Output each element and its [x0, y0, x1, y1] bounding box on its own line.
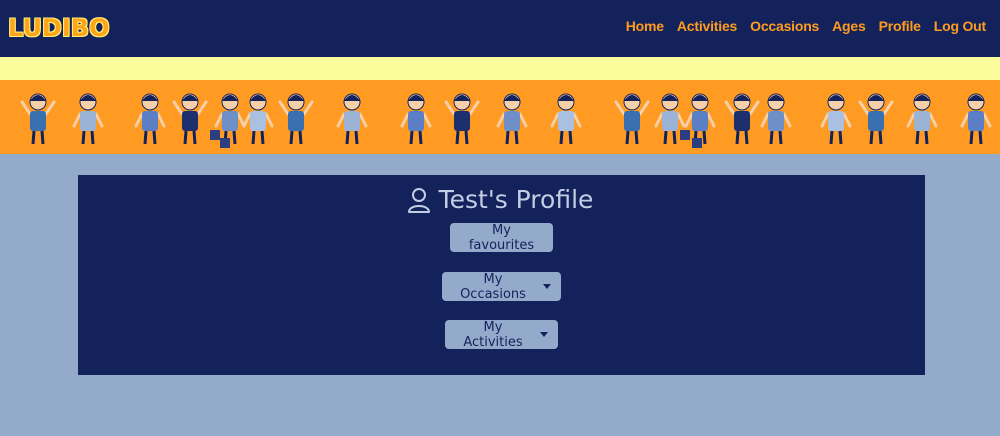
kid-figure: [496, 93, 528, 145]
profile-heading: Test's Profile: [0, 185, 1000, 214]
my-favourites-label: My favourites: [468, 222, 535, 253]
kid-figure: [72, 93, 104, 145]
my-activities-dropdown[interactable]: My Activities: [445, 319, 558, 350]
nav-link-profile[interactable]: Profile: [879, 18, 921, 34]
user-icon: [407, 187, 431, 213]
nav-link-activities[interactable]: Activities: [677, 18, 737, 34]
nav-links: Home Activities Occasions Ages Profile L…: [626, 18, 986, 34]
kid-figure: [444, 93, 480, 145]
nav-link-log-out[interactable]: Log Out: [934, 18, 986, 34]
toy-block: [210, 130, 220, 140]
kid-figure: [550, 93, 582, 145]
navbar: LUDIBO Home Activities Occasions Ages Pr…: [0, 0, 1000, 57]
kid-figure: [336, 93, 368, 145]
site-logo[interactable]: LUDIBO: [8, 14, 109, 42]
kid-figure: [724, 93, 760, 145]
toy-block: [680, 130, 690, 140]
kid-figure: [134, 93, 166, 145]
nav-link-ages[interactable]: Ages: [832, 18, 866, 34]
kid-figure: [820, 93, 852, 145]
kid-figure: [654, 93, 686, 145]
kid-figure: [684, 93, 716, 145]
yellow-strip: [0, 57, 1000, 80]
nav-link-occasions[interactable]: Occasions: [750, 18, 819, 34]
kid-figure: [242, 93, 274, 145]
kid-figure: [214, 93, 246, 145]
caret-down-icon: [540, 332, 548, 337]
my-occasions-dropdown[interactable]: My Occasions: [442, 271, 561, 302]
kid-figure: [400, 93, 432, 145]
toy-block: [220, 138, 230, 148]
kid-figure: [960, 93, 992, 145]
kids-banner-illustration: [0, 80, 1000, 154]
kid-figure: [906, 93, 938, 145]
kid-figure: [20, 93, 56, 145]
caret-down-icon: [543, 284, 551, 289]
nav-link-home[interactable]: Home: [626, 18, 664, 34]
toy-block: [692, 138, 702, 148]
my-favourites-button[interactable]: My favourites: [450, 222, 553, 253]
profile-title: Test's Profile: [438, 185, 594, 214]
kid-figure: [858, 93, 894, 145]
my-activities-label: My Activities: [463, 319, 523, 350]
kid-figure: [172, 93, 208, 145]
kid-figure: [614, 93, 650, 145]
my-occasions-label: My Occasions: [460, 271, 526, 302]
kid-figure: [278, 93, 314, 145]
kid-figure: [760, 93, 792, 145]
kids-illustration: [20, 93, 992, 148]
